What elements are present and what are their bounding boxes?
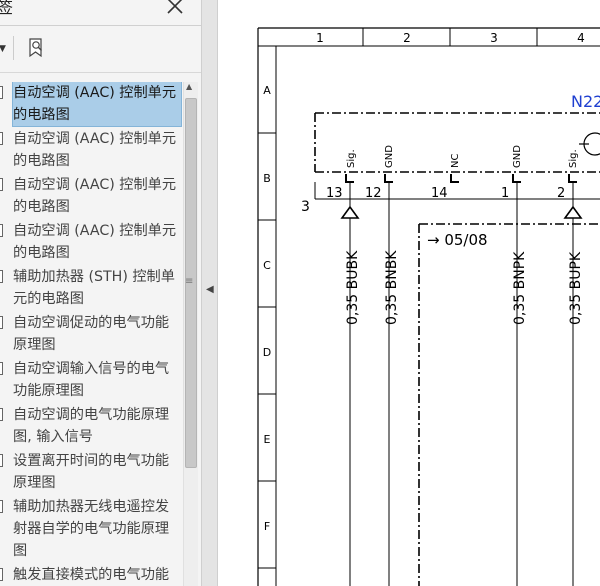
page-icon <box>0 132 3 145</box>
pin-signal: GND <box>384 145 395 168</box>
pin-signal: NC <box>450 154 461 168</box>
pin-number: 14 <box>431 186 448 201</box>
bookmark-label: 自动空调输入信号的电气功能原理图 <box>13 361 170 399</box>
bookmark-label: 设置离开时间的电气功能原理图 <box>13 453 170 491</box>
pin-number: 13 <box>326 186 343 201</box>
column-label: 4 <box>577 31 585 45</box>
bookmark-label: 自动空调促动的电气功能原理图 <box>13 315 170 353</box>
bookmark-label: 辅助加热器 (STH) 控制单元的电路图 <box>13 269 175 307</box>
column-label: 1 <box>316 31 324 45</box>
row-label: B <box>263 172 271 185</box>
page-icon <box>0 408 3 421</box>
page-icon <box>0 454 3 467</box>
wiring-diagram: 1 2 3 4 A B C D E F N22 3 Sig. GND NC GN… <box>257 27 600 586</box>
bookmark-list: 自动空调 (AAC) 控制单元的电路图 自动空调 (AAC) 控制单元的电路图 … <box>0 82 183 586</box>
page-icon <box>0 270 3 283</box>
document-view[interactable]: 1 2 3 4 A B C D E F N22 3 Sig. GND NC GN… <box>219 0 600 586</box>
row-label: F <box>264 520 270 533</box>
scrollbar-grip-icon: ≡ <box>185 276 194 287</box>
component-label: N22 <box>571 92 600 111</box>
collapse-panel-arrow-icon[interactable]: ◀ <box>206 284 214 295</box>
page-icon <box>0 86 3 99</box>
column-label: 2 <box>403 31 411 45</box>
wire-label: 0,35 BNBK <box>384 250 400 325</box>
bookmark-label: 自动空调的电气功能原理图, 输入信号 <box>13 407 170 445</box>
page-icon <box>0 568 3 581</box>
scroll-up-arrow-icon[interactable]: ▲ <box>186 82 192 91</box>
page-icon <box>0 500 3 513</box>
page-icon <box>0 178 3 191</box>
connector-label: 3 <box>301 199 310 215</box>
close-panel-button[interactable] <box>163 0 187 18</box>
wire-label: 0,35 BUBK <box>345 250 361 325</box>
pin-signal: GND <box>512 145 523 168</box>
page-icon <box>0 316 3 329</box>
pin-number: 2 <box>557 186 565 201</box>
column-label: 3 <box>490 31 498 45</box>
find-bookmark-icon <box>29 38 42 58</box>
bookmark-label: 自动空调 (AAC) 控制单元的电路图 <box>13 131 177 169</box>
page-icon <box>0 224 3 237</box>
pin-signal: Sig. <box>568 149 579 168</box>
wire-label: 0,35 BNPK <box>512 251 528 325</box>
find-bookmark-button[interactable] <box>26 37 48 59</box>
bookmark-label: 自动空调 (AAC) 控制单元的电路图 <box>13 177 177 215</box>
row-label: D <box>263 346 271 359</box>
toolbar-divider <box>0 25 201 26</box>
wire-label: 0,35 BUPK <box>568 251 584 325</box>
bookmark-label: 自动空调 (AAC) 控制单元的电路图 <box>13 223 177 261</box>
panel-title: 签 <box>0 0 14 17</box>
pin-number: 12 <box>365 186 382 201</box>
bookmark-label: 触发直接模式的电气功能 <box>13 567 170 583</box>
toolbar-bottom-divider <box>0 72 201 73</box>
page-icon <box>0 362 3 375</box>
close-icon <box>167 0 183 14</box>
row-label: C <box>263 259 271 272</box>
toolbar-separator <box>13 36 14 60</box>
pin-number: 1 <box>501 186 509 201</box>
bookmark-label: 辅助加热器无线电遥控发射器自学的电气功能原理图 <box>13 499 170 559</box>
bookmarks-panel: 签 ▼ 自动空调 (AAC) 控制单元的电路图 自动空调 (AAC) 控制单元的… <box>0 0 201 586</box>
options-dropdown-icon[interactable]: ▼ <box>0 44 6 54</box>
page-reference: → 05/08 <box>427 231 488 249</box>
pin-signal: Sig. <box>346 149 357 168</box>
row-label: E <box>264 433 271 446</box>
row-label: A <box>263 84 271 97</box>
bookmark-label: 自动空调 (AAC) 控制单元的电路图 <box>12 82 182 127</box>
